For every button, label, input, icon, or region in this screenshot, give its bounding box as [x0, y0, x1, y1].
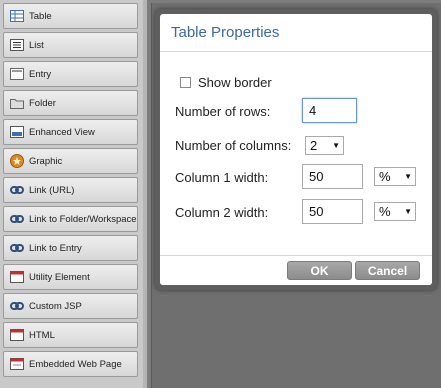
palette-item-link-folder[interactable]: Link to Folder/Workspace	[3, 206, 138, 232]
dialog-panel: Table Properties Show border Number of r…	[160, 14, 432, 285]
embedded-web-page-icon	[9, 357, 25, 371]
cancel-button[interactable]: Cancel	[355, 261, 420, 280]
utility-element-icon	[9, 270, 25, 284]
show-border-label: Show border	[198, 75, 272, 90]
palette-item-label: List	[29, 39, 44, 51]
palette-item-table[interactable]: Table	[3, 3, 138, 29]
col1-width-input[interactable]: 50	[302, 164, 363, 189]
folder-icon	[9, 96, 25, 110]
palette-item-entry[interactable]: Entry	[3, 61, 138, 87]
link-icon	[9, 183, 25, 197]
palette-item-label: Table	[29, 10, 52, 22]
palette-item-enhanced-view[interactable]: Enhanced View	[3, 119, 138, 145]
chevron-down-icon: ▼	[404, 172, 412, 181]
palette-item-label: Link to Folder/Workspace	[29, 213, 137, 225]
enhanced-view-icon	[9, 125, 25, 139]
columns-select[interactable]: 2 ▼	[305, 136, 344, 155]
palette-item-label: Folder	[29, 97, 56, 109]
ok-button[interactable]: OK	[287, 261, 352, 280]
col1-unit-value: %	[379, 169, 391, 184]
dialog-body: Show border Number of rows: 4 Number of …	[160, 52, 432, 255]
col2-label: Column 2 width:	[175, 205, 269, 220]
chevron-down-icon: ▼	[404, 207, 412, 216]
rows-input[interactable]: 4	[302, 98, 357, 123]
palette-item-label: Entry	[29, 68, 52, 80]
palette-item-graphic[interactable]: Graphic	[3, 148, 138, 174]
show-border-row: Show border	[180, 75, 272, 90]
palette-item-utility-element[interactable]: Utility Element	[3, 264, 138, 290]
col1-label: Column 1 width:	[175, 170, 269, 185]
palette-item-label: Link to Entry	[29, 242, 82, 254]
columns-value: 2	[310, 138, 318, 153]
palette-item-folder[interactable]: Folder	[3, 90, 138, 116]
col2-unit-select[interactable]: % ▼	[374, 202, 416, 221]
entry-icon	[9, 67, 25, 81]
show-border-checkbox[interactable]	[180, 77, 191, 88]
palette-item-label: Custom JSP	[29, 300, 82, 312]
rows-label: Number of rows:	[175, 104, 271, 119]
link-icon	[9, 299, 25, 313]
dialog-footer: OK Cancel	[160, 255, 432, 285]
col2-width-input[interactable]: 50	[302, 199, 363, 224]
columns-label: Number of columns:	[175, 138, 292, 153]
link-icon	[9, 241, 25, 255]
chevron-down-icon: ▼	[332, 141, 340, 150]
palette-item-label: HTML	[29, 329, 55, 341]
palette-item-label: Link (URL)	[29, 184, 75, 196]
list-icon	[9, 38, 25, 52]
palette-item-label: Enhanced View	[29, 126, 95, 138]
dialog-title: Table Properties	[160, 14, 432, 52]
palette-item-embedded-web-page[interactable]: Embedded Web Page	[3, 351, 138, 377]
graphic-icon	[9, 154, 25, 168]
element-palette: Table List Entry Folder Enhanced View Gr…	[0, 0, 147, 388]
palette-item-custom-jsp[interactable]: Custom JSP	[3, 293, 138, 319]
palette-item-link-entry[interactable]: Link to Entry	[3, 235, 138, 261]
html-icon	[9, 328, 25, 342]
palette-item-label: Embedded Web Page	[29, 358, 122, 370]
palette-item-label: Utility Element	[29, 271, 90, 283]
table-icon	[9, 9, 25, 23]
palette-item-list[interactable]: List	[3, 32, 138, 58]
table-properties-dialog: Table Properties Show border Number of r…	[155, 9, 437, 290]
col1-unit-select[interactable]: % ▼	[374, 167, 416, 186]
link-icon	[9, 212, 25, 226]
col2-unit-value: %	[379, 204, 391, 219]
palette-item-html[interactable]: HTML	[3, 322, 138, 348]
palette-item-link-url[interactable]: Link (URL)	[3, 177, 138, 203]
palette-item-label: Graphic	[29, 155, 63, 167]
